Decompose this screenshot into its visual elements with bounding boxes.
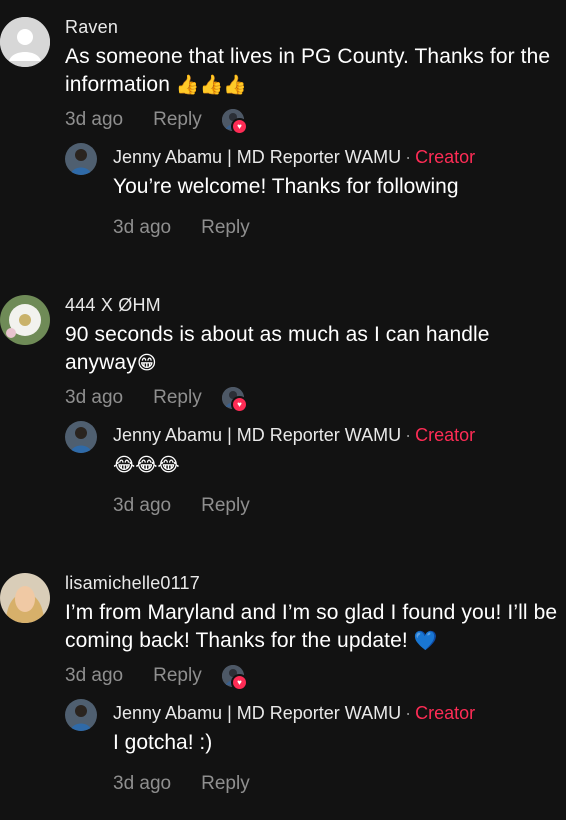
avatar-flower[interactable] bbox=[0, 295, 50, 345]
comment-thread: 444 X ØHM 90 seconds is about as much as… bbox=[0, 278, 566, 548]
heart-icon: ♥ bbox=[231, 674, 248, 691]
reply-text: You’re welcome! Thanks for following bbox=[113, 175, 459, 198]
user-photo-avatar bbox=[0, 573, 50, 623]
creator-badge: Creator bbox=[415, 703, 476, 723]
heart-icon: ♥ bbox=[231, 396, 248, 413]
comment-meta: 3d ago Reply bbox=[65, 665, 202, 686]
creator-liked-icon: ♥ bbox=[222, 109, 248, 135]
reply-button[interactable]: Reply bbox=[201, 217, 250, 238]
creator-avatar[interactable] bbox=[65, 421, 97, 453]
comment-meta: 3d ago Reply bbox=[65, 109, 202, 131]
reply-button[interactable]: Reply bbox=[201, 773, 250, 794]
creator-reply: Jenny Abamu | MD Reporter WAMU · Creator Y… bbox=[65, 143, 566, 243]
comment-text: 90 seconds is about as much as I can han… bbox=[65, 323, 490, 374]
comment-text: I’m from Maryland and I’m so glad I foun… bbox=[65, 601, 558, 652]
reply-button[interactable]: Reply bbox=[153, 665, 202, 686]
comment-emoji: 👍👍👍 bbox=[175, 74, 248, 96]
comment-thread: Raven As someone that lives in PG County… bbox=[0, 0, 566, 270]
creator-reply: Jenny Abamu | MD Reporter WAMU · Creator I… bbox=[65, 699, 566, 799]
reply-button[interactable]: Reply bbox=[201, 495, 250, 516]
reply-author[interactable]: Jenny Abamu | MD Reporter WAMU · Creator bbox=[113, 425, 475, 446]
creator-avatar[interactable] bbox=[65, 699, 97, 731]
heart-icon: ♥ bbox=[231, 118, 248, 135]
reply-meta: 3d ago Reply bbox=[113, 217, 250, 238]
creator-avatar[interactable] bbox=[65, 143, 97, 175]
comment-meta: 3d ago Reply bbox=[65, 387, 202, 408]
creator-liked-icon: ♥ bbox=[222, 387, 248, 413]
avatar-photo[interactable] bbox=[0, 573, 50, 623]
reply-author[interactable]: Jenny Abamu | MD Reporter WAMU · Creator bbox=[113, 147, 475, 168]
comment-text: As someone that lives in PG County. Than… bbox=[65, 45, 551, 96]
creator-badge: Creator bbox=[415, 147, 476, 167]
reply-meta: 3d ago Reply bbox=[113, 773, 250, 794]
reply-author[interactable]: Jenny Abamu | MD Reporter WAMU · Creator bbox=[113, 703, 475, 724]
comment-username[interactable]: 444 X ØHM bbox=[65, 295, 161, 316]
creator-badge: Creator bbox=[415, 425, 476, 445]
reply-button[interactable]: Reply bbox=[153, 109, 202, 130]
comment-username[interactable]: Raven bbox=[65, 17, 118, 38]
avatar-default[interactable] bbox=[0, 17, 50, 67]
creator-reply: Jenny Abamu | MD Reporter WAMU · Creator 😂… bbox=[65, 421, 566, 521]
comment-thread: lisamichelle0117 I’m from Maryland and I… bbox=[0, 556, 566, 820]
comment-emoji: 💙 bbox=[413, 630, 438, 652]
comment-username[interactable]: lisamichelle0117 bbox=[65, 573, 200, 594]
reply-button[interactable]: Reply bbox=[153, 387, 202, 408]
reply-text: 😂😂😂 bbox=[113, 454, 180, 476]
comment-time: 3d ago bbox=[65, 109, 124, 130]
comment-emoji: 😁 bbox=[136, 352, 157, 374]
creator-liked-icon: ♥ bbox=[222, 665, 248, 691]
reply-text: I gotcha! :) bbox=[113, 731, 213, 754]
reply-meta: 3d ago Reply bbox=[113, 495, 250, 516]
flower-avatar-image bbox=[0, 295, 50, 345]
default-user-icon bbox=[0, 17, 50, 67]
